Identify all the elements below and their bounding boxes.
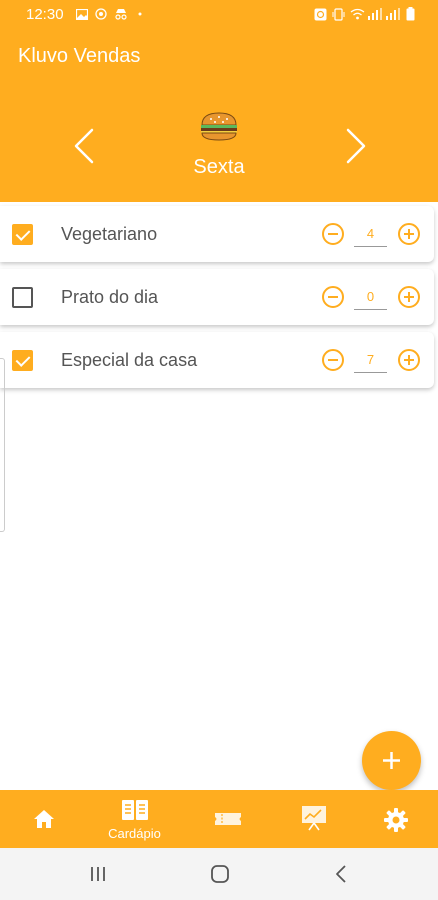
nav-settings[interactable]	[352, 790, 438, 848]
alarm-icon	[314, 8, 327, 21]
battery-icon	[406, 7, 415, 21]
increase-button[interactable]	[397, 285, 421, 309]
decrease-button[interactable]	[321, 285, 345, 309]
status-time: 12:30	[26, 6, 64, 23]
day-label: Sexta	[193, 156, 245, 178]
menu-item-card: Especial da casa 7	[0, 332, 434, 388]
nav-sales[interactable]	[184, 790, 271, 848]
item-label: Vegetariano	[61, 224, 158, 244]
signal-icon	[368, 8, 382, 20]
quantity-field[interactable]: 4	[354, 223, 387, 247]
signal-icon	[386, 8, 400, 20]
home-icon	[33, 810, 54, 828]
menu-book-icon	[121, 800, 148, 820]
app-title: Kluvo Vendas	[18, 45, 141, 67]
increase-button[interactable]	[397, 222, 421, 246]
dot-icon	[138, 12, 142, 16]
presentation-chart-icon	[301, 806, 326, 831]
drawer-edge[interactable]	[0, 358, 5, 532]
nav-home[interactable]	[0, 790, 87, 848]
nav-cardapio-label: Cardápio	[108, 826, 161, 841]
quantity-field[interactable]: 0	[354, 286, 387, 310]
app-bar: Kluvo Vendas Sexta	[0, 30, 438, 202]
item-checkbox[interactable]	[12, 287, 33, 308]
item-label: Especial da casa	[61, 350, 198, 370]
image-icon	[76, 9, 88, 20]
bottom-navigation: Cardápio	[0, 790, 438, 848]
vibrate-icon	[332, 8, 345, 21]
recent-apps-icon[interactable]	[86, 863, 110, 885]
incognito-icon	[115, 9, 127, 20]
ticket-icon	[214, 813, 241, 825]
decrease-button[interactable]	[321, 222, 345, 246]
chevron-right-icon	[346, 128, 366, 164]
menu-item-card: Prato do dia 0	[0, 269, 434, 325]
item-label: Prato do dia	[61, 287, 159, 307]
add-item-button[interactable]	[362, 731, 421, 790]
item-checkbox[interactable]	[12, 224, 33, 245]
increase-button[interactable]	[397, 348, 421, 372]
plus-icon	[383, 752, 400, 769]
decrease-button[interactable]	[321, 348, 345, 372]
next-day-button[interactable]	[340, 126, 370, 166]
nav-reports[interactable]	[270, 790, 357, 848]
wifi-icon	[350, 8, 365, 20]
burger-icon	[201, 112, 237, 141]
status-bar: 12:30	[0, 0, 438, 30]
item-checkbox[interactable]	[12, 350, 33, 371]
back-icon[interactable]	[330, 863, 354, 885]
menu-item-card: Vegetariano 4	[0, 206, 434, 262]
quantity-field[interactable]: 7	[354, 349, 387, 373]
whatsapp-icon	[95, 8, 107, 20]
home-button-icon[interactable]	[208, 863, 232, 885]
nav-cardapio[interactable]: Cardápio	[91, 790, 178, 848]
system-navigation-bar	[0, 848, 438, 900]
gear-icon	[383, 808, 408, 832]
